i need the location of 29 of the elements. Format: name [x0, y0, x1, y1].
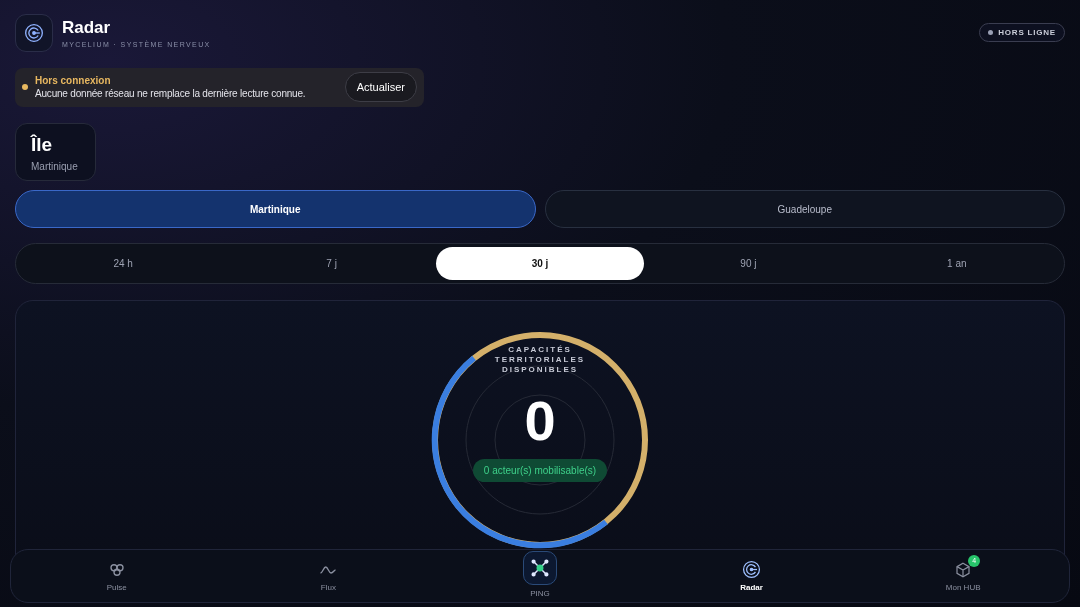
gauge-value: 0	[524, 390, 556, 451]
island-tab[interactable]: Martinique	[15, 190, 536, 229]
status-dot-icon	[988, 30, 994, 35]
card-value: Martinique	[31, 161, 79, 172]
status-badge: HORS LIGNE	[979, 23, 1065, 42]
period-tab[interactable]: 90 j	[644, 247, 853, 280]
network-icon	[529, 556, 551, 579]
nav-item[interactable]: PING	[530, 588, 550, 598]
card-title: Île	[31, 134, 54, 156]
page-title: Radar	[62, 18, 112, 38]
period-tab[interactable]: 7 j	[227, 247, 436, 280]
nav-item[interactable]: Flux	[320, 582, 336, 592]
radar-icon	[24, 23, 44, 43]
actors-pill: 0 acteur(s) mobilisable(s)	[472, 458, 608, 482]
cube-icon	[954, 560, 973, 579]
ping-button[interactable]	[523, 550, 557, 585]
radar-icon	[742, 560, 762, 579]
warning-dot-icon	[22, 84, 28, 91]
refresh-button[interactable]: Actualiser	[344, 72, 417, 103]
period-tab[interactable]: 30 j	[435, 247, 645, 280]
nav-item[interactable]: Pulse	[106, 582, 127, 592]
period-tab[interactable]: 24 h	[19, 247, 228, 280]
nav-item[interactable]: Radar	[740, 583, 763, 592]
period-tab[interactable]: 1 an	[852, 247, 1062, 280]
gauge-label: CAPACITÉS TERRITORIALES DISPONIBLES	[493, 344, 587, 375]
banner-title: Hors connexion	[35, 75, 112, 87]
nav-item[interactable]: Mon HUB	[945, 582, 981, 592]
banner-message: Aucune donnée réseau ne remplace la dernière lecture connue.	[35, 88, 307, 100]
island-tab[interactable]: Guadeloupe	[544, 190, 1065, 229]
